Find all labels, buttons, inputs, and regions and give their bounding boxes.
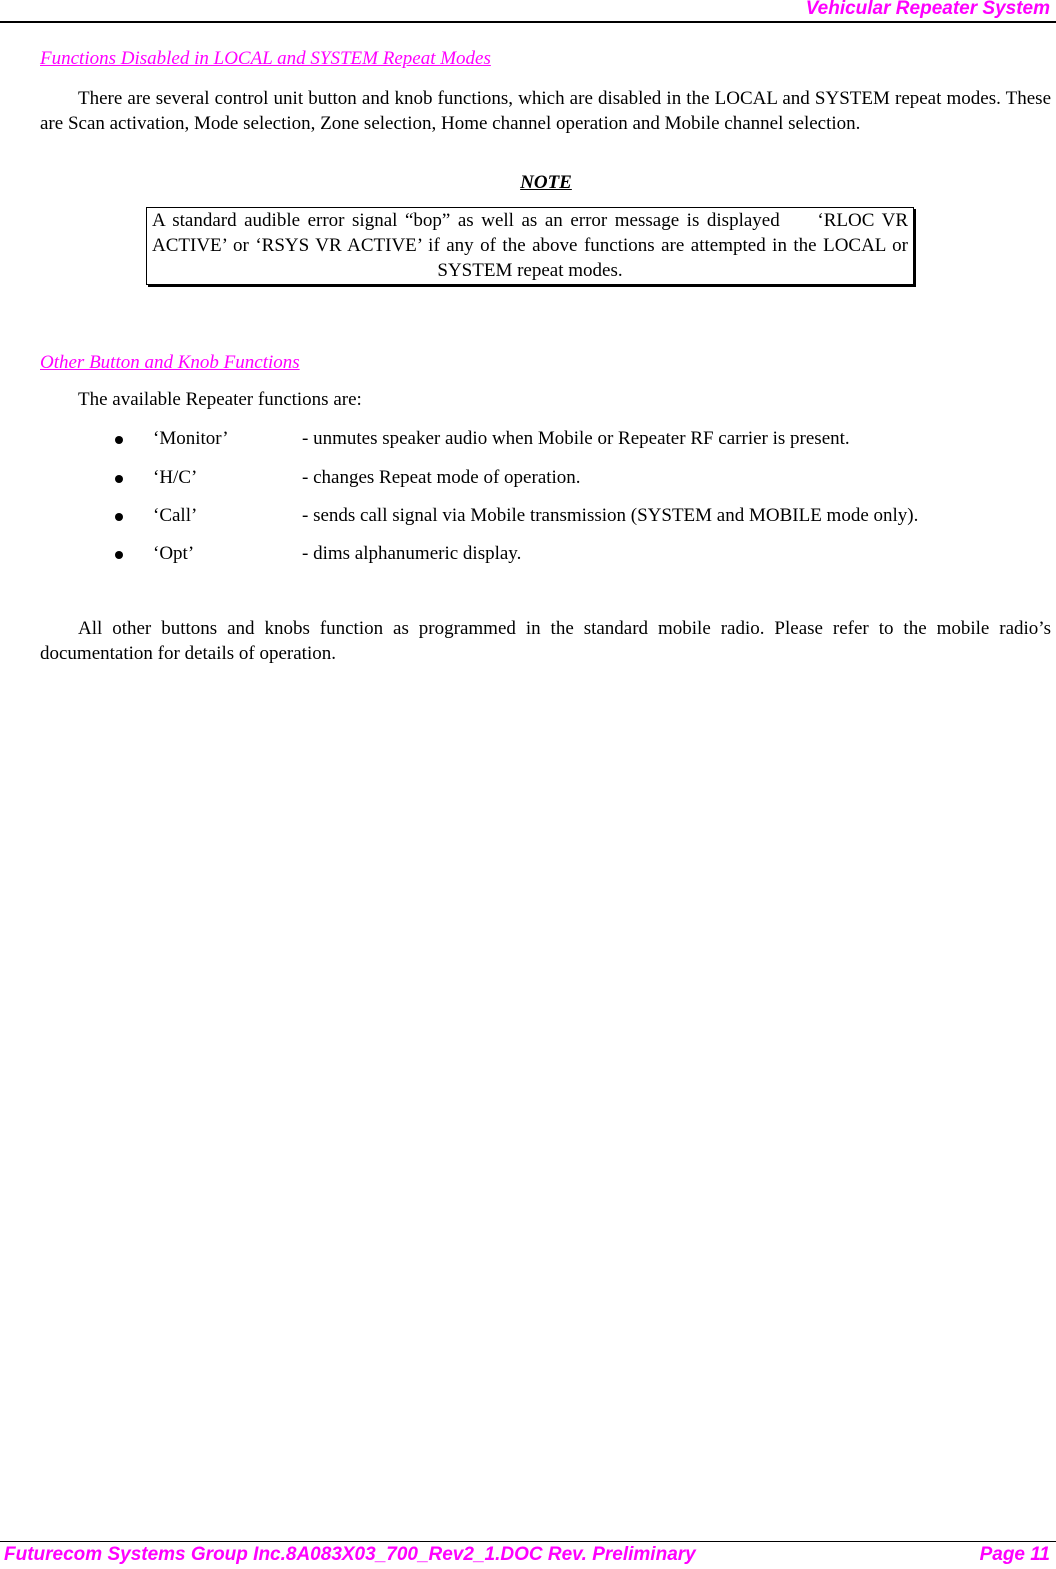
page-number: Page 11 [979, 1544, 1050, 1565]
note-label: NOTE [520, 172, 572, 193]
bullet-icon [115, 513, 123, 521]
disabled-functions-paragraph: There are several control unit button an… [40, 88, 1051, 134]
function-description: - unmutes speaker audio when Mobile or R… [302, 428, 850, 449]
function-key: ‘Monitor’ [153, 428, 229, 449]
function-description: - dims alphanumeric display. [302, 543, 522, 564]
list-item: ‘Opt’ - dims alphanumeric display. [0, 543, 1056, 570]
list-item: ‘H/C’ - changes Repeat mode of operation… [0, 467, 1056, 494]
section-heading-disabled-functions: Functions Disabled in LOCAL and SYSTEM R… [40, 48, 491, 69]
header-divider [0, 21, 1056, 23]
bullet-icon [115, 551, 123, 559]
section-heading-other-functions: Other Button and Knob Functions [40, 352, 300, 373]
function-key: ‘H/C’ [153, 467, 198, 488]
function-key: ‘Opt’ [153, 543, 195, 564]
document-header-title: Vehicular Repeater System [805, 0, 1050, 19]
note-text: A standard audible error signal “bop” as… [152, 210, 913, 281]
list-item: ‘Monitor’ - unmutes speaker audio when M… [0, 428, 1056, 455]
closing-paragraph: All other buttons and knobs function as … [40, 618, 1051, 664]
function-key: ‘Call’ [153, 505, 198, 526]
footer-document-info: Futurecom Systems Group Inc.8A083X03_700… [4, 1544, 696, 1565]
footer-divider [0, 1541, 1056, 1542]
note-box: A standard audible error signal “bop” as… [146, 207, 914, 285]
list-item: ‘Call’ - sends call signal via Mobile tr… [0, 505, 1056, 532]
bullet-icon [115, 436, 123, 444]
functions-intro: The available Repeater functions are: [78, 389, 362, 410]
function-description: - changes Repeat mode of operation. [302, 467, 581, 488]
bullet-icon [115, 475, 123, 483]
function-description: - sends call signal via Mobile transmiss… [302, 505, 919, 526]
